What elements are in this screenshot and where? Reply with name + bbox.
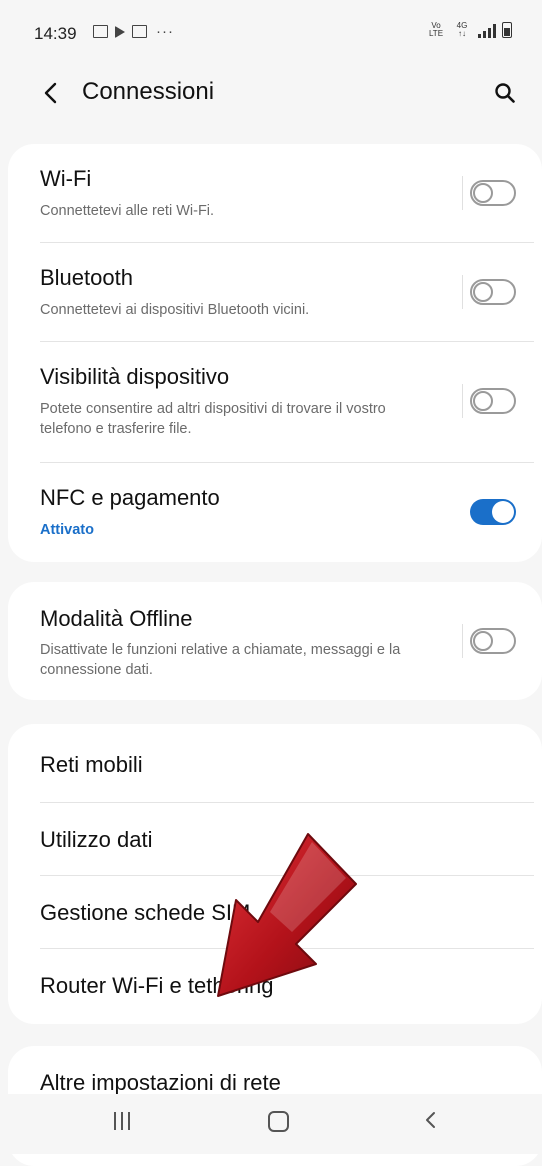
list-item-device-visibility[interactable]: Visibilità dispositivo Potete consentire… [8, 342, 542, 462]
list-item-offline-mode[interactable]: Modalità Offline Disattivate le funzioni… [8, 582, 542, 700]
offline-toggle[interactable] [470, 628, 516, 654]
app-header: Connessioni [0, 66, 542, 120]
toggle-knob [473, 183, 493, 203]
visibility-subtitle: Potete consentire ad altri dispositivi d… [40, 401, 386, 437]
more-network-settings-title: Altre impostazioni di rete [40, 1070, 281, 1095]
offline-card: Modalità Offline Disattivate le funzioni… [8, 582, 542, 700]
divider-vertical [462, 624, 463, 658]
back-button[interactable] [36, 78, 66, 108]
recent-apps-icon[interactable] [114, 1112, 130, 1130]
nfc-status: Attivato [40, 522, 94, 538]
nfc-title: NFC e pagamento [40, 485, 220, 510]
bluetooth-subtitle: Connettetevi ai dispositivi Bluetooth vi… [40, 302, 310, 318]
battery-icon [502, 22, 512, 38]
divider-vertical [462, 384, 463, 418]
bluetooth-title: Bluetooth [40, 265, 133, 290]
divider-vertical [462, 275, 463, 309]
wifi-title: Wi-Fi [40, 166, 92, 191]
mobile-networks-title: Reti mobili [40, 752, 143, 777]
list-item-data-usage[interactable]: Utilizzo dati [8, 803, 542, 875]
chevron-left-icon [44, 82, 57, 104]
network-card: Reti mobili Utilizzo dati Gestione sched… [8, 724, 542, 1024]
visibility-toggle[interactable] [470, 388, 516, 414]
toggle-knob [473, 631, 493, 651]
notification-icons: ··· [93, 23, 174, 40]
nfc-toggle[interactable] [470, 499, 516, 525]
status-time: 14:39 [34, 24, 77, 43]
page-title: Connessioni [82, 78, 215, 105]
offline-subtitle: Disattivate le funzioni relative a chiam… [40, 642, 401, 678]
signal-icon [478, 24, 496, 38]
offline-title: Modalità Offline [40, 606, 193, 631]
toggle-knob [473, 391, 493, 411]
search-icon [495, 83, 515, 103]
wifi-toggle[interactable] [470, 180, 516, 206]
image-notification-icon [132, 25, 147, 38]
list-item-mobile-networks[interactable]: Reti mobili [8, 724, 542, 802]
wifi-subtitle: Connettetevi alle reti Wi-Fi. [40, 203, 215, 219]
list-item-bluetooth[interactable]: Bluetooth Connettetevi ai dispositivi Bl… [8, 243, 542, 341]
toggle-knob [492, 501, 514, 523]
gallery-notification-icon [93, 25, 108, 38]
more-notifications-icon: ··· [156, 23, 174, 40]
hotspot-tethering-title: Router Wi-Fi e tethering [40, 973, 274, 998]
status-bar: 14:39 ··· Vo LTE 4G ↑↓ [0, 0, 542, 66]
list-item-nfc[interactable]: NFC e pagamento Attivato [8, 463, 542, 562]
navigation-bar [0, 1094, 542, 1154]
search-button[interactable] [488, 76, 522, 110]
list-item-sim-manager[interactable]: Gestione schede SIM [8, 876, 542, 948]
list-item-wifi[interactable]: Wi-Fi Connettetevi alle reti Wi-Fi. [8, 144, 542, 242]
home-icon[interactable] [268, 1111, 289, 1132]
list-item-hotspot-tethering[interactable]: Router Wi-Fi e tethering [8, 949, 542, 1024]
network-4g-icon: 4G ↑↓ [456, 21, 468, 38]
divider-vertical [462, 176, 463, 210]
back-icon[interactable] [424, 1110, 438, 1130]
connections-card: Wi-Fi Connettetevi alle reti Wi-Fi. Blue… [8, 144, 542, 562]
data-usage-title: Utilizzo dati [40, 827, 153, 852]
volte-icon: Vo LTE [428, 21, 444, 38]
play-notification-icon [115, 25, 125, 38]
sim-manager-title: Gestione schede SIM [40, 900, 251, 925]
toggle-knob [473, 282, 493, 302]
system-status-icons: Vo LTE 4G ↑↓ [426, 22, 512, 38]
visibility-title: Visibilità dispositivo [40, 364, 230, 389]
bluetooth-toggle[interactable] [470, 279, 516, 305]
